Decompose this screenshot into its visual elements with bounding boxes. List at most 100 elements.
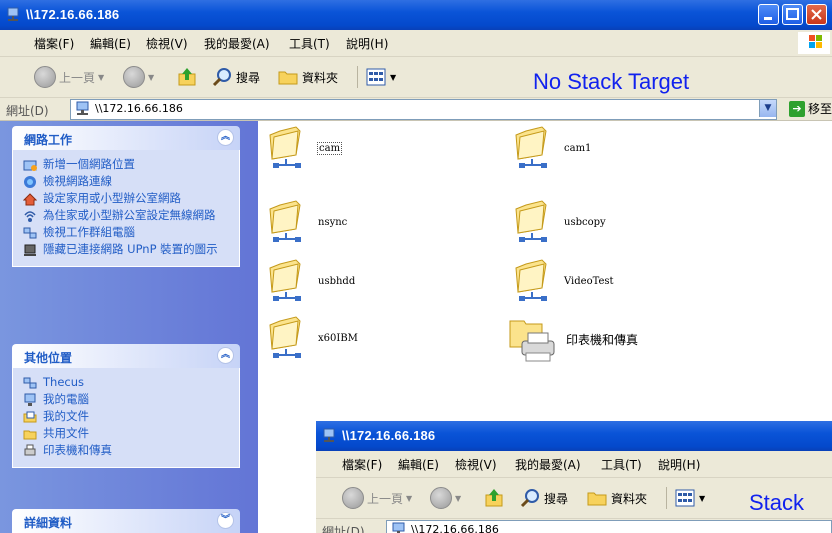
upnp-icon — [24, 244, 36, 256]
maximize-button[interactable] — [782, 4, 803, 25]
address-label: 網址(D) — [6, 104, 49, 118]
stack-caption: Stack — [749, 490, 805, 515]
views-dropdown-icon[interactable]: ▼ — [699, 494, 705, 503]
stacked-explorer-window: \\172.16.66.186 檔案(F) 編輯(E) 檢視(V) 我的最愛(A… — [316, 421, 832, 533]
place-my-computer[interactable]: 我的電腦 — [23, 393, 233, 407]
share-label: VideoTest — [564, 275, 614, 287]
collapse-chevron-icon[interactable]: ︽ — [217, 347, 234, 364]
menu-help[interactable]: 說明(H) — [658, 456, 700, 473]
back-button[interactable]: 上一頁 ▼ — [34, 65, 104, 89]
menu-tools[interactable]: 工具(T) — [289, 35, 330, 52]
other-places-panel: 其他位置 ︽ Thecus 我的電腦 我的文件 共用文件 印表機和傳真 — [12, 344, 240, 468]
network-drive-icon — [7, 7, 19, 21]
no-stack-target-caption: No Stack Target — [533, 69, 690, 94]
place-label: 我的電腦 — [43, 392, 89, 406]
place-thecus[interactable]: Thecus — [23, 376, 233, 390]
details-header[interactable]: 詳細資料 ︾ — [12, 509, 240, 533]
share-item[interactable]: 印表機和傳真 — [508, 313, 638, 365]
address-dropdown-icon[interactable]: ▼ — [759, 100, 776, 117]
folders-button[interactable]: 資料夾 — [586, 486, 647, 510]
folders-icon — [587, 492, 607, 506]
task-pane: 網路工作 ︽ 新增一個網路位置 檢視網路連線 設定家用或小型辦公室網路 為住家或… — [0, 121, 258, 533]
up-folder-button[interactable] — [483, 486, 505, 510]
share-label: x60IBM — [318, 332, 358, 344]
workgroup-icon — [23, 227, 37, 239]
place-my-documents[interactable]: 我的文件 — [23, 410, 233, 424]
menu-view[interactable]: 檢視(V) — [146, 35, 188, 52]
task-label: 為住家或小型辦公室設定無線網路 — [43, 208, 216, 222]
folders-label: 資料夾 — [302, 70, 339, 85]
menu-help[interactable]: 說明(H) — [346, 35, 388, 52]
share-item[interactable]: cam — [266, 125, 343, 171]
back-arrow-icon — [342, 487, 364, 509]
task-home-network[interactable]: 設定家用或小型辦公室網路 — [23, 192, 233, 206]
address-field[interactable]: \\172.16.66.186 — [386, 520, 832, 533]
wireless-network-icon — [24, 211, 36, 222]
forward-dropdown-icon[interactable]: ▼ — [148, 73, 154, 82]
menu-file[interactable]: 檔案(F) — [34, 35, 74, 52]
network-icon — [23, 377, 37, 389]
search-button[interactable]: 搜尋 — [519, 486, 568, 510]
address-field[interactable]: \\172.16.66.186 ▼ — [70, 99, 777, 120]
share-label: nsync — [318, 216, 348, 228]
back-button[interactable]: 上一頁 ▼ — [342, 486, 412, 510]
share-item[interactable]: x60IBM — [266, 315, 358, 361]
title-bar[interactable]: \\172.16.66.186 — [0, 0, 832, 30]
shared-folder-icon — [269, 200, 301, 242]
menu-tools[interactable]: 工具(T) — [601, 456, 642, 473]
task-label: 新增一個網路位置 — [43, 157, 135, 171]
share-item[interactable]: usbhdd — [266, 258, 355, 304]
forward-dropdown-icon[interactable]: ▼ — [455, 494, 461, 503]
share-item[interactable]: nsync — [266, 199, 347, 245]
go-button[interactable]: ➔ 移至 — [788, 100, 832, 117]
views-button[interactable]: ▼ — [674, 486, 705, 510]
task-label: 設定家用或小型辦公室網路 — [43, 191, 181, 205]
up-folder-icon — [178, 68, 196, 86]
share-item[interactable]: usbcopy — [512, 199, 606, 245]
my-computer-icon — [24, 393, 36, 406]
share-item[interactable]: VideoTest — [512, 258, 614, 304]
place-printers[interactable]: 印表機和傳真 — [23, 444, 233, 458]
back-dropdown-icon[interactable]: ▼ — [98, 73, 104, 82]
title-bar[interactable]: \\172.16.66.186 — [316, 421, 832, 451]
views-icon — [675, 489, 695, 507]
task-view-connections[interactable]: 檢視網路連線 — [23, 175, 233, 189]
expand-chevron-icon[interactable]: ︾ — [217, 512, 234, 529]
search-button[interactable]: 搜尋 — [211, 65, 260, 89]
menu-edit[interactable]: 編輯(E) — [398, 456, 439, 473]
up-folder-icon — [485, 489, 503, 507]
task-add-network-place[interactable]: 新增一個網路位置 — [23, 158, 233, 172]
task-label: 檢視工作群組電腦 — [43, 225, 135, 239]
collapse-chevron-icon[interactable]: ︽ — [217, 129, 234, 146]
minimize-button[interactable] — [758, 4, 779, 25]
share-label: cam1 — [564, 142, 592, 154]
network-connections-icon — [24, 176, 36, 188]
other-places-header[interactable]: 其他位置 ︽ — [12, 344, 240, 368]
views-button[interactable]: ▼ — [365, 65, 396, 89]
menu-favorites[interactable]: 我的最愛(A) — [515, 456, 581, 473]
menu-edit[interactable]: 編輯(E) — [90, 35, 131, 52]
close-icon — [811, 9, 822, 20]
task-wireless-network[interactable]: 為住家或小型辦公室設定無線網路 — [23, 209, 233, 223]
forward-button[interactable]: ▼ — [123, 65, 154, 89]
forward-button[interactable]: ▼ — [430, 486, 461, 510]
task-view-workgroup[interactable]: 檢視工作群組電腦 — [23, 226, 233, 240]
back-dropdown-icon[interactable]: ▼ — [406, 494, 412, 503]
task-hide-upnp[interactable]: 隱藏已連接網路 UPnP 裝置的圖示 — [23, 243, 233, 257]
place-shared-documents[interactable]: 共用文件 — [23, 427, 233, 441]
views-dropdown-icon[interactable]: ▼ — [390, 73, 396, 82]
network-tasks-header[interactable]: 網路工作 ︽ — [12, 126, 240, 150]
details-title: 詳細資料 — [24, 516, 73, 530]
shared-folder-icon — [269, 126, 301, 168]
details-panel: 詳細資料 ︾ — [12, 509, 240, 533]
shared-folder-icon — [269, 316, 301, 358]
search-icon — [520, 489, 539, 508]
share-item[interactable]: cam1 — [512, 125, 591, 171]
folders-icon — [278, 71, 298, 85]
menu-file[interactable]: 檔案(F) — [342, 456, 382, 473]
close-button[interactable] — [806, 4, 827, 25]
menu-view[interactable]: 檢視(V) — [455, 456, 497, 473]
folders-button[interactable]: 資料夾 — [277, 65, 338, 89]
up-folder-button[interactable] — [176, 65, 198, 89]
menu-favorites[interactable]: 我的最愛(A) — [204, 35, 270, 52]
